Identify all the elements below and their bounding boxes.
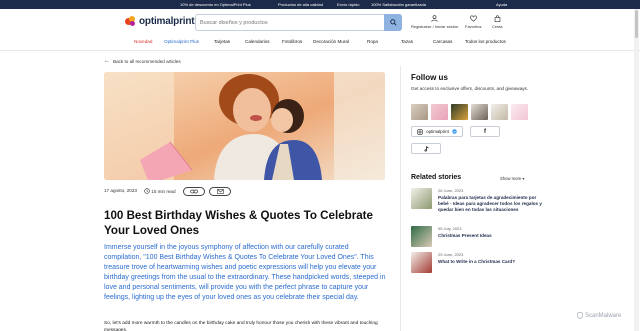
bag-icon bbox=[494, 15, 500, 22]
instagram-handle: optimalprint bbox=[426, 129, 449, 134]
read-time-label: 15 min read bbox=[151, 189, 176, 194]
tiktok-button[interactable] bbox=[411, 143, 441, 154]
publish-date: 17 agosto, 2023 bbox=[104, 188, 137, 193]
shield-icon bbox=[577, 312, 583, 319]
article-body: So, let's add more warmth to the candles… bbox=[104, 321, 378, 331]
nav-item-calendars[interactable]: Calendarios bbox=[245, 39, 270, 44]
verified-icon bbox=[452, 129, 457, 134]
related-story-title: Palabras para tarjetas de agradecimiento… bbox=[438, 195, 542, 212]
related-story-date: 05 July, 2023 bbox=[438, 226, 462, 231]
promo-quality: Productos de alta calidad bbox=[278, 2, 323, 7]
nav-item-plus[interactable]: Optimalprint Plus bbox=[164, 39, 199, 44]
instagram-thumb[interactable] bbox=[431, 104, 448, 120]
favorites-label: Favoritos bbox=[465, 24, 482, 29]
related-story[interactable]: 26 June, 2023 Palabras para tarjetas de … bbox=[411, 188, 542, 222]
tiktok-icon bbox=[424, 145, 428, 151]
instagram-thumb[interactable] bbox=[451, 104, 468, 120]
arrow-left-icon: ← bbox=[104, 58, 110, 64]
email-share-button[interactable] bbox=[209, 187, 231, 196]
account-label: Registrarse / Iniciar sesión bbox=[411, 24, 459, 29]
instagram-button[interactable]: optimalprint bbox=[411, 126, 463, 137]
promo-satisfaction: 100% Satisfacción garantizada bbox=[371, 2, 426, 7]
user-icon bbox=[431, 15, 438, 22]
site-logo[interactable]: optimalprint bbox=[125, 16, 195, 27]
nav-item-cases[interactable]: Carcasas bbox=[433, 39, 452, 44]
article-title: 100 Best Birthday Wishes & Quotes To Cel… bbox=[104, 209, 373, 237]
show-more-label: Show more bbox=[500, 176, 522, 181]
search-input[interactable] bbox=[200, 18, 380, 28]
back-label: Back to all recommended articles bbox=[113, 58, 181, 64]
nav-item-clothing[interactable]: Ropa bbox=[367, 39, 378, 44]
scrollbar-track[interactable] bbox=[634, 9, 639, 331]
related-story[interactable]: 05 July, 2023 Christmas Present Ideas bbox=[411, 226, 531, 248]
search-box bbox=[195, 14, 402, 31]
follow-subtitle: Get access to exclusive offers, discount… bbox=[411, 86, 529, 91]
help-link[interactable]: Ayuda bbox=[496, 2, 507, 7]
nav-divider bbox=[0, 50, 640, 51]
logo-text: optimalprint bbox=[139, 16, 195, 27]
logo-icon bbox=[125, 16, 136, 27]
nav-item-new[interactable]: Novedad bbox=[134, 39, 152, 44]
chevron-down-icon: ▾ bbox=[522, 176, 525, 181]
back-link[interactable]: ← Back to all recommended articles bbox=[104, 58, 181, 64]
link-icon bbox=[190, 189, 198, 194]
related-story-date: 26 June, 2023 bbox=[438, 188, 464, 193]
instagram-thumb[interactable] bbox=[411, 104, 428, 120]
scrollbar-thumb[interactable] bbox=[635, 10, 638, 38]
promo-shipping: Envío rápido bbox=[337, 2, 360, 7]
copy-link-button[interactable] bbox=[183, 187, 205, 196]
nav-item-wall-decor[interactable]: Decoración Mural bbox=[313, 39, 349, 44]
instagram-thumb[interactable] bbox=[491, 104, 508, 120]
related-story[interactable]: 29 June, 2023 What to Write in a Christm… bbox=[411, 252, 531, 274]
cart-label: Cesta bbox=[492, 24, 503, 29]
promo-bar: 10% de descuento en OptimalPrint Plus Pr… bbox=[0, 0, 640, 9]
instagram-thumb[interactable] bbox=[471, 104, 488, 120]
main-nav: Novedad Optimalprint Plus Tarjetas Calen… bbox=[0, 36, 640, 49]
facebook-icon: f bbox=[484, 128, 486, 135]
heart-icon bbox=[469, 15, 477, 22]
follow-title: Follow us bbox=[411, 73, 448, 82]
nav-item-mugs[interactable]: Tazas bbox=[401, 39, 413, 44]
read-time: 15 min read bbox=[144, 188, 176, 194]
mail-icon bbox=[216, 189, 224, 194]
instagram-thumbnails bbox=[411, 104, 531, 120]
related-story-date: 29 June, 2023 bbox=[438, 252, 464, 257]
watermark: ScanMalware bbox=[577, 312, 621, 319]
article-intro: Immerse yourself in the joyous symphony … bbox=[104, 244, 386, 301]
account-link[interactable]: Registrarse / Iniciar sesión bbox=[411, 15, 458, 29]
hero-image bbox=[104, 72, 385, 180]
related-story-title: What to Write in a Christmas Card? bbox=[438, 259, 515, 264]
show-more-button[interactable]: Show more ▾ bbox=[500, 176, 524, 181]
watermark-text: ScanMalware bbox=[585, 312, 622, 319]
search-icon bbox=[389, 19, 397, 26]
promo-discount[interactable]: 10% de descuento en OptimalPrint Plus bbox=[180, 2, 251, 7]
related-story-title: Christmas Present Ideas bbox=[438, 233, 492, 238]
facebook-button[interactable]: f bbox=[470, 126, 500, 137]
instagram-icon bbox=[417, 128, 423, 135]
related-story-image bbox=[411, 188, 432, 209]
related-story-image bbox=[411, 226, 432, 247]
column-divider bbox=[400, 66, 401, 331]
nav-item-cards[interactable]: Tarjetas bbox=[214, 39, 230, 44]
nav-item-photobooks[interactable]: Fotolibros bbox=[282, 39, 302, 44]
cart-link[interactable]: Cesta bbox=[492, 15, 502, 29]
nav-item-all-products[interactable]: Todos los productos bbox=[465, 39, 506, 44]
related-stories-title: Related stories bbox=[411, 174, 462, 181]
clock-icon bbox=[144, 188, 150, 194]
favorites-link[interactable]: Favoritos bbox=[465, 15, 481, 29]
related-story-image bbox=[411, 252, 432, 273]
instagram-thumb[interactable] bbox=[511, 104, 528, 120]
search-button[interactable] bbox=[384, 14, 402, 31]
